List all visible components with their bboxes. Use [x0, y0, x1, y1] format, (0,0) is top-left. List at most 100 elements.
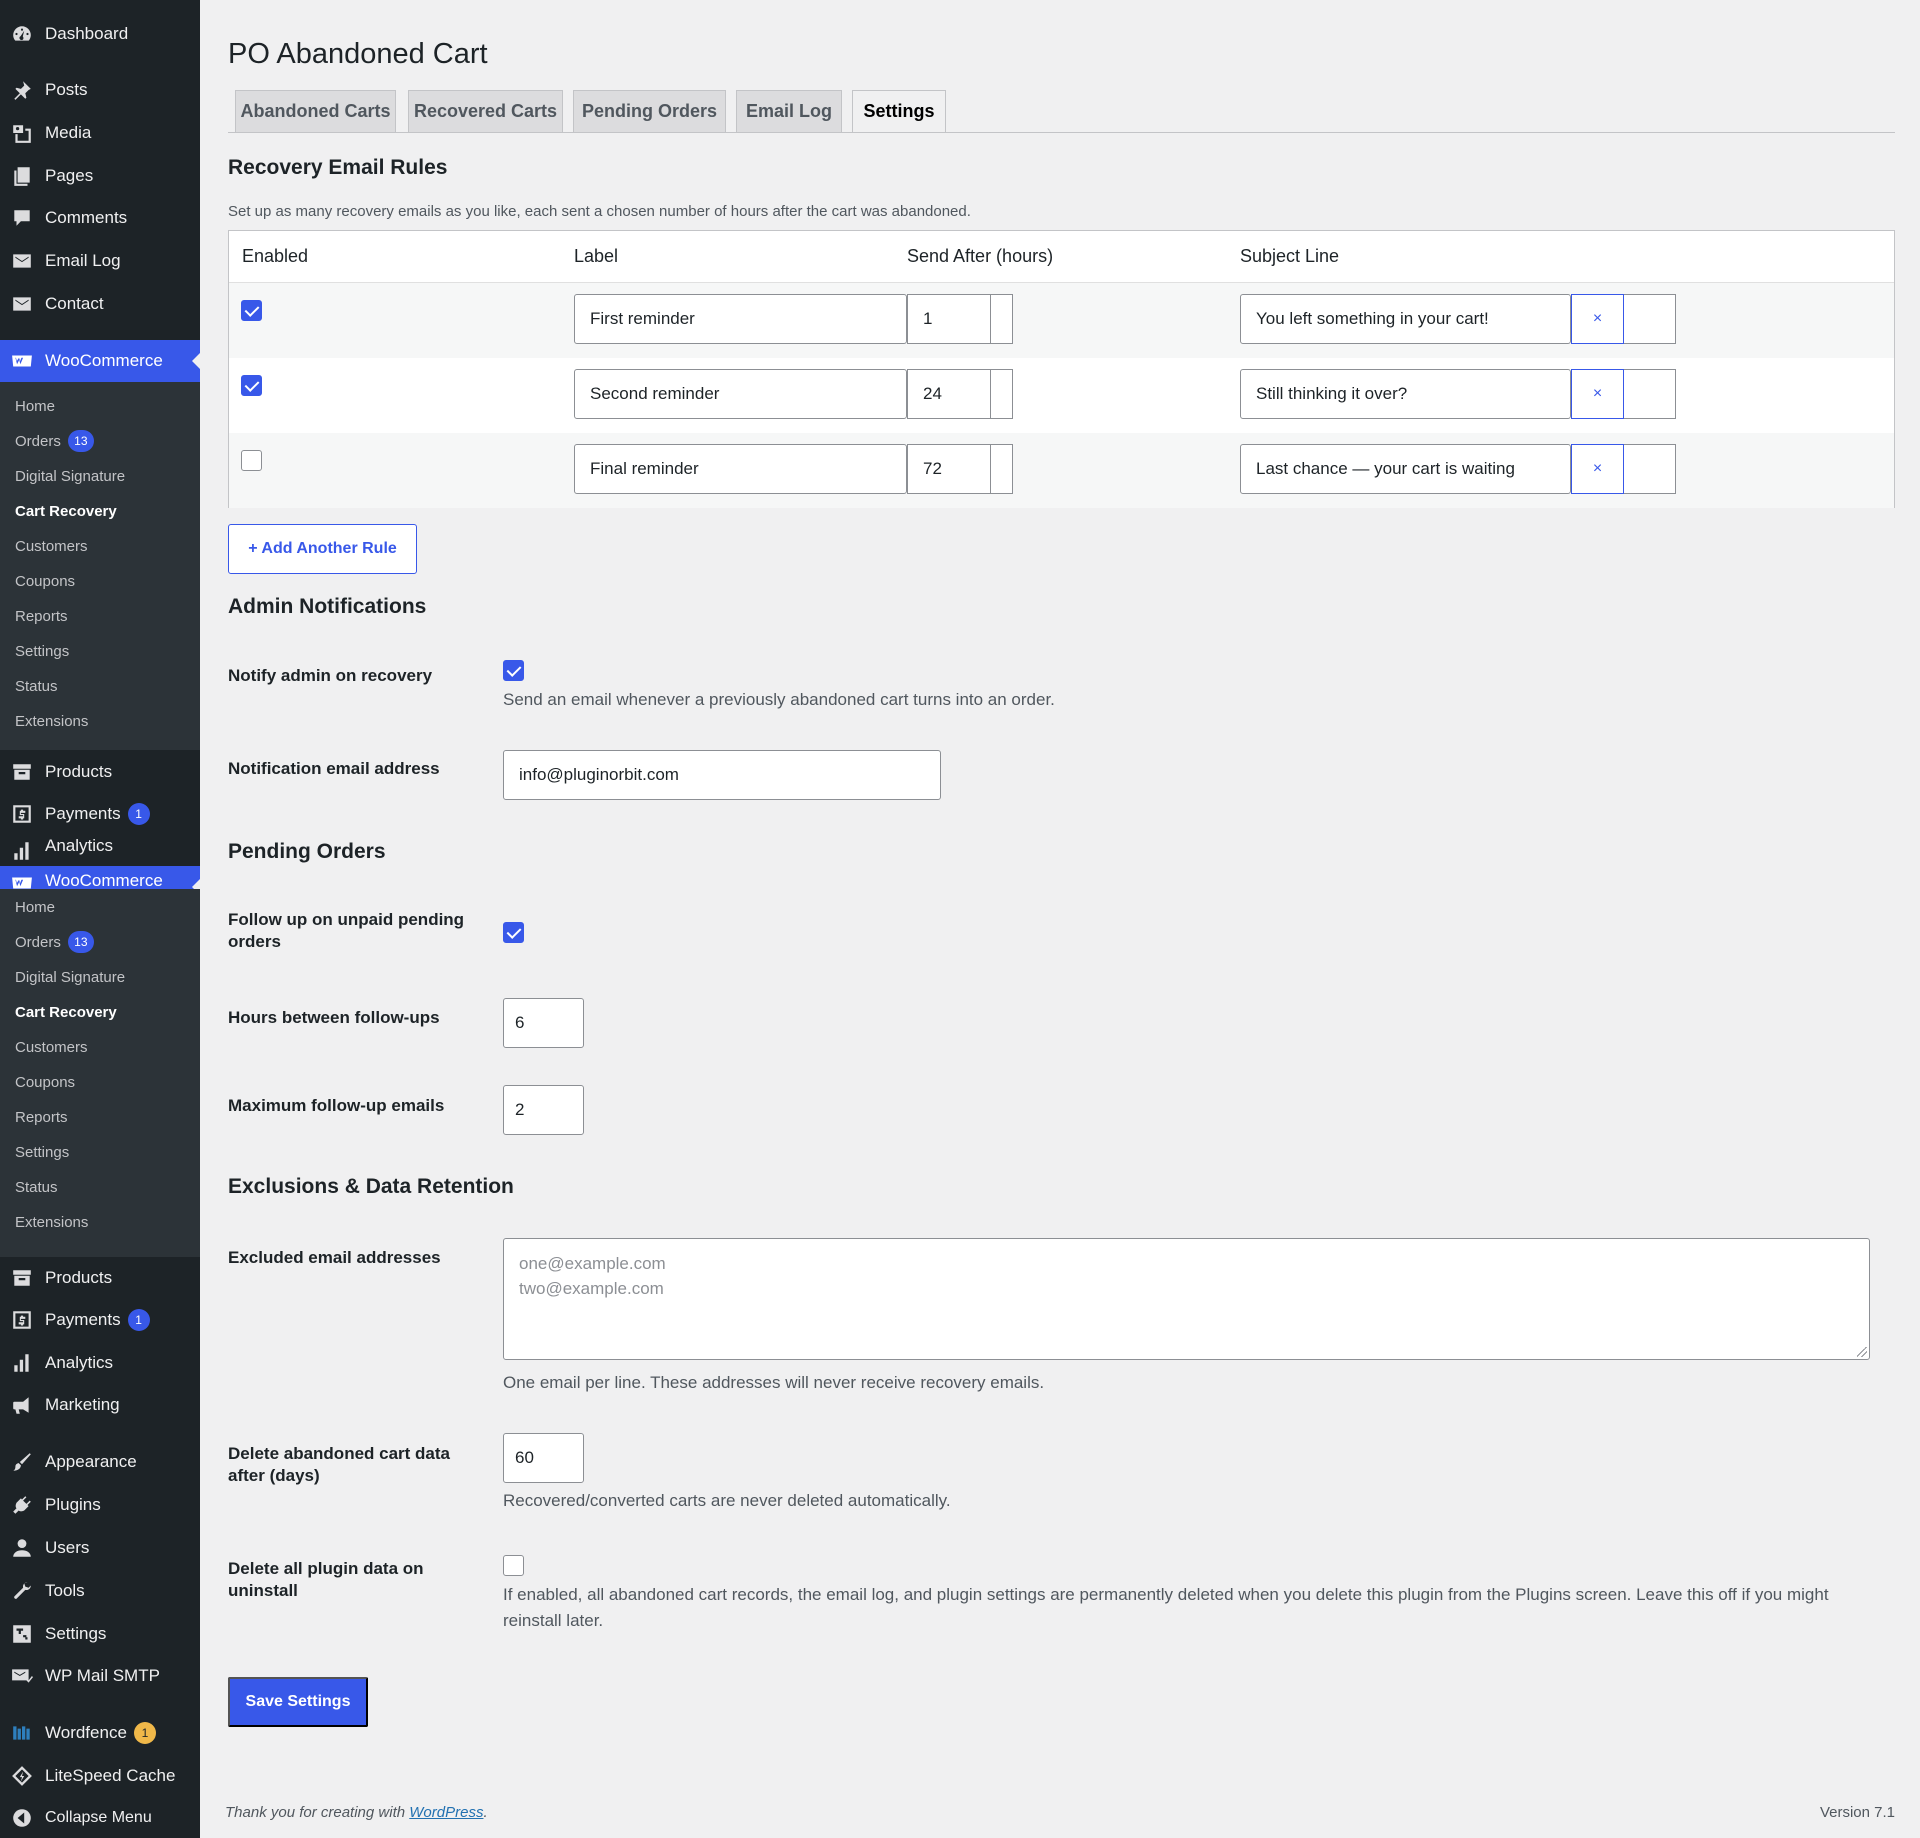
bar-chart-icon: [10, 839, 34, 863]
submenu-reports[interactable]: Reports: [15, 1102, 68, 1132]
table-row: Final reminder 72 Last chance — your car…: [229, 433, 1894, 508]
menu-products[interactable]: Products: [0, 1257, 200, 1299]
rule-hours-input[interactable]: 72: [907, 444, 991, 494]
megaphone-icon: [10, 1393, 34, 1417]
envelope-icon: [10, 292, 34, 316]
submenu-reports[interactable]: Reports: [15, 601, 68, 631]
menu-payments[interactable]: Payments 1: [0, 1299, 200, 1341]
remove-rule-button[interactable]: ×: [1571, 294, 1624, 344]
excluded-emails-help: One email per line. These addresses will…: [503, 1373, 1045, 1392]
wordpress-link[interactable]: WordPress: [409, 1804, 483, 1821]
user-icon: [10, 1536, 34, 1560]
tab-pending-orders[interactable]: Pending Orders: [573, 90, 726, 133]
submenu-cart-recovery[interactable]: Cart Recovery: [15, 496, 117, 526]
submenu-extensions[interactable]: Extensions: [15, 1207, 88, 1237]
tab-settings[interactable]: Settings: [852, 90, 946, 133]
max-followups-input[interactable]: 2: [503, 1085, 584, 1135]
submenu-settings[interactable]: Settings: [15, 1137, 69, 1167]
add-rule-button[interactable]: + Add Another Rule: [228, 524, 417, 574]
rule-label-input[interactable]: Final reminder: [574, 444, 907, 494]
delete-all-help: If enabled, all abandoned cart records, …: [503, 1585, 1829, 1630]
menu-wordfence[interactable]: Wordfence 1: [0, 1712, 200, 1754]
menu-appearance[interactable]: Appearance: [0, 1441, 200, 1483]
rule-hours-spinner[interactable]: [991, 444, 1013, 494]
rule-extra-field[interactable]: [1624, 369, 1676, 419]
submenu-status[interactable]: Status: [15, 1172, 58, 1202]
rule-subject-input[interactable]: Still thinking it over?: [1240, 369, 1571, 419]
rule-label-input[interactable]: Second reminder: [574, 369, 907, 419]
delete-days-input[interactable]: 60: [503, 1433, 584, 1483]
submenu-customers[interactable]: Customers: [15, 1032, 88, 1062]
submenu-coupons[interactable]: Coupons: [15, 566, 75, 596]
submenu-orders[interactable]: Orders 13: [15, 927, 94, 957]
excluded-emails-textarea[interactable]: one@example.com two@example.com: [503, 1238, 1870, 1360]
notification-email-input[interactable]: info@pluginorbit.com: [503, 750, 941, 800]
resize-handle[interactable]: [1857, 1347, 1867, 1357]
submenu-home[interactable]: Home: [15, 391, 55, 421]
rule-subject-input[interactable]: Last chance — your cart is waiting: [1240, 444, 1571, 494]
brush-icon: [10, 1450, 34, 1474]
tab-divider: [228, 132, 1895, 133]
rule-subject-input[interactable]: You left something in your cart!: [1240, 294, 1571, 344]
tab-abandoned-carts[interactable]: Abandoned Carts: [235, 90, 396, 133]
remove-rule-button[interactable]: ×: [1571, 444, 1624, 494]
rule-hours-spinner[interactable]: [991, 369, 1013, 419]
rule-label-input[interactable]: First reminder: [574, 294, 907, 344]
menu-users[interactable]: Users: [0, 1527, 200, 1569]
menu-posts[interactable]: Posts: [0, 69, 200, 111]
menu-woocommerce-duplicate[interactable]: WooCommerce: [0, 866, 200, 889]
rule-extra-field[interactable]: [1624, 444, 1676, 494]
submenu-status[interactable]: Status: [15, 671, 58, 701]
delete-all-checkbox[interactable]: [503, 1555, 524, 1576]
menu-litespeed-cache[interactable]: LiteSpeed Cache: [0, 1755, 200, 1797]
collapse-menu-button[interactable]: Collapse Menu: [0, 1797, 200, 1838]
menu-products[interactable]: Products: [0, 751, 200, 793]
rule-hours-input[interactable]: 1: [907, 294, 991, 344]
menu-analytics[interactable]: Analytics: [0, 836, 200, 866]
submenu-digital-signature[interactable]: Digital Signature: [15, 962, 125, 992]
menu-tools[interactable]: Tools: [0, 1570, 200, 1612]
hours-between-input[interactable]: 6: [503, 998, 584, 1048]
menu-dashboard[interactable]: Dashboard: [0, 13, 200, 55]
menu-media[interactable]: Media: [0, 112, 200, 154]
page-title: PO Abandoned Cart: [228, 38, 488, 70]
submenu-home[interactable]: Home: [15, 892, 55, 922]
rule-enabled-checkbox[interactable]: [241, 375, 262, 396]
tab-recovered-carts[interactable]: Recovered Carts: [408, 90, 563, 133]
submenu-customers[interactable]: Customers: [15, 531, 88, 561]
submenu-extensions[interactable]: Extensions: [15, 706, 88, 736]
woo-icon: [10, 871, 34, 889]
menu-payments[interactable]: Payments 1: [0, 793, 200, 835]
rule-extra-field[interactable]: [1624, 294, 1676, 344]
save-settings-button[interactable]: Save Settings: [228, 1677, 368, 1727]
tab-email-log[interactable]: Email Log: [736, 90, 842, 133]
remove-rule-button[interactable]: ×: [1571, 369, 1624, 419]
rule-enabled-checkbox[interactable]: [241, 300, 262, 321]
menu-email-log[interactable]: Email Log: [0, 240, 200, 282]
menu-settings[interactable]: Settings: [0, 1613, 200, 1655]
pin-icon: [10, 78, 34, 102]
litespeed-icon: [10, 1764, 34, 1788]
submenu-settings[interactable]: Settings: [15, 636, 69, 666]
excluded-emails-label: Excluded email addresses: [228, 1248, 441, 1267]
submenu-coupons[interactable]: Coupons: [15, 1067, 75, 1097]
dollar-icon: [10, 1308, 34, 1332]
follow-up-checkbox[interactable]: [503, 922, 524, 943]
menu-contact[interactable]: Contact: [0, 283, 200, 325]
submenu-cart-recovery[interactable]: Cart Recovery: [15, 997, 117, 1027]
menu-comments[interactable]: Comments: [0, 197, 200, 239]
menu-analytics[interactable]: Analytics: [0, 1342, 200, 1384]
menu-wp-mail-smtp[interactable]: WP Mail SMTP: [0, 1655, 200, 1697]
submenu-orders[interactable]: Orders 13: [15, 426, 94, 456]
menu-woocommerce[interactable]: WooCommerce: [0, 340, 200, 382]
menu-marketing[interactable]: Marketing: [0, 1384, 200, 1426]
menu-plugins[interactable]: Plugins: [0, 1484, 200, 1526]
rule-enabled-checkbox[interactable]: [241, 450, 262, 471]
menu-pages[interactable]: Pages: [0, 155, 200, 197]
submenu-digital-signature[interactable]: Digital Signature: [15, 461, 125, 491]
rule-hours-spinner[interactable]: [991, 294, 1013, 344]
settings-icon: [10, 1622, 34, 1646]
notify-admin-checkbox[interactable]: [503, 660, 524, 681]
rule-hours-input[interactable]: 24: [907, 369, 991, 419]
recovery-rules-table: Enabled Label Send After (hours) Subject…: [228, 230, 1895, 508]
